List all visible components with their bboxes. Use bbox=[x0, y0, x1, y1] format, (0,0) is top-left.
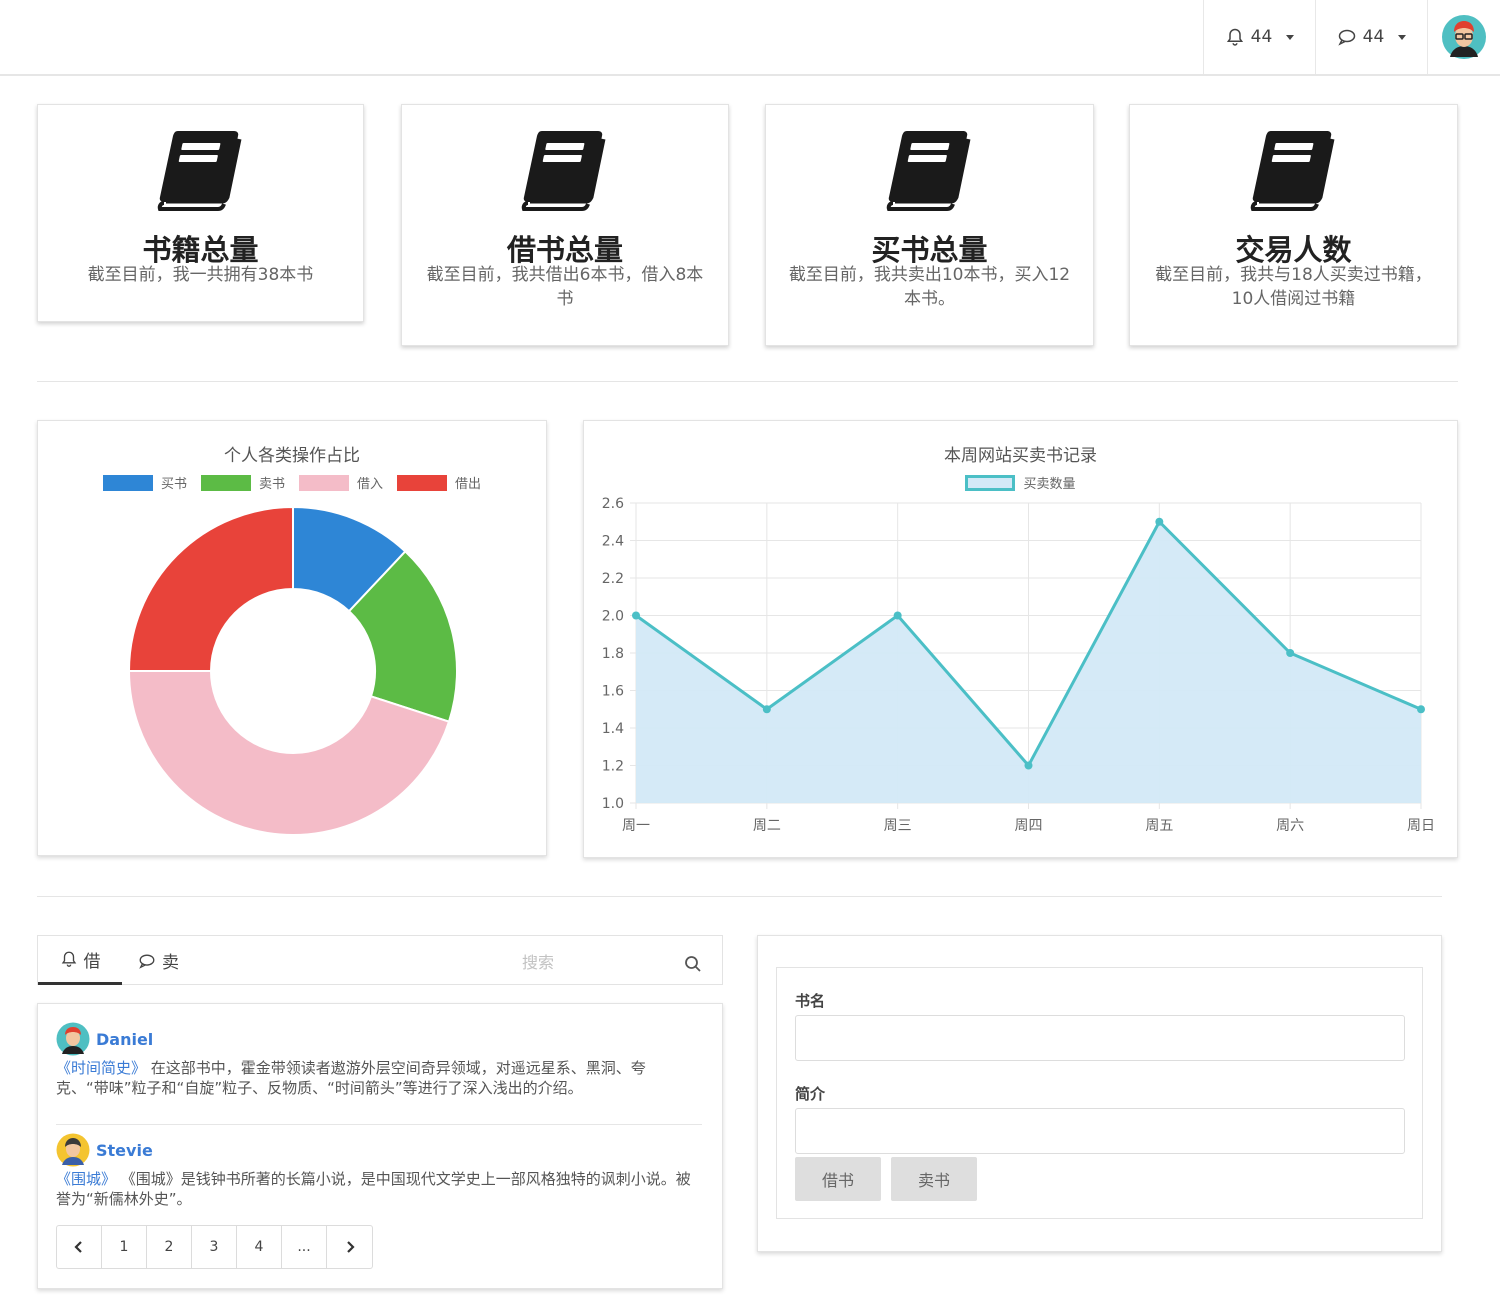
x-tick-label: 周五 bbox=[1145, 818, 1173, 834]
user-avatar[interactable] bbox=[1427, 0, 1500, 74]
data-point[interactable] bbox=[1286, 649, 1295, 657]
pie-slice[interactable] bbox=[127, 505, 294, 672]
stat-card: 书籍总量 截至目前，我一共拥有38本书 bbox=[37, 104, 364, 322]
stat-description: 截至目前，我共卖出10本书，买入12本书。 bbox=[788, 265, 1071, 309]
tab-borrow-label: 借 bbox=[83, 951, 101, 972]
list-item: Daniel 《时间简史》 在这部书中，霍金带领读者遨游外层空间奇异领域，对遥远… bbox=[56, 1022, 702, 1122]
book-title-input[interactable] bbox=[795, 1015, 1405, 1061]
chat-icon bbox=[139, 953, 155, 969]
y-tick-label: 1.6 bbox=[602, 684, 624, 700]
tab-sell[interactable]: 卖 bbox=[138, 936, 198, 985]
y-tick-label: 2.2 bbox=[602, 571, 624, 587]
pie-chart bbox=[127, 505, 458, 836]
user-name[interactable]: Daniel bbox=[96, 1030, 153, 1049]
y-tick-label: 2.6 bbox=[602, 496, 624, 512]
top-navbar: 44 44 bbox=[0, 0, 1500, 76]
x-tick-label: 周六 bbox=[1276, 818, 1304, 834]
list-item-text: 《时间简史》 在这部书中，霍金带领读者遨游外层空间奇异领域，对遥远星系、黑洞、夸… bbox=[56, 1058, 696, 1098]
data-point[interactable] bbox=[1417, 705, 1425, 714]
book-icon bbox=[886, 131, 970, 211]
book-icon bbox=[521, 131, 606, 211]
y-tick-label: 1.2 bbox=[602, 759, 624, 775]
list-item: Stevie 《围城》 《围城》是钱钟书所著的长篇小说，是中国现代文学史上一部风… bbox=[56, 1133, 702, 1213]
y-tick-label: 2.0 bbox=[602, 609, 624, 625]
x-tick-label: 周二 bbox=[753, 818, 781, 834]
book-link[interactable]: 《围城》 bbox=[56, 1170, 116, 1188]
search-icon[interactable] bbox=[683, 954, 703, 974]
chevron-down-icon bbox=[1286, 34, 1295, 40]
book-intro-label: 简介 bbox=[795, 1085, 826, 1103]
tabs-bar: 借 卖 bbox=[37, 935, 723, 985]
x-tick-label: 周四 bbox=[1015, 818, 1043, 834]
stat-description: 截至目前，我共与18人买卖过书籍，10人借阅过书籍 bbox=[1155, 265, 1432, 309]
data-point[interactable] bbox=[1024, 761, 1033, 770]
bell-icon bbox=[61, 951, 76, 967]
messages-count: 44 bbox=[1362, 27, 1385, 47]
divider bbox=[37, 896, 1442, 897]
page-button[interactable]: 1 bbox=[102, 1226, 147, 1268]
next-page-button[interactable] bbox=[327, 1226, 372, 1268]
stat-card: 买书总量 截至目前，我共卖出10本书，买入12本书。 bbox=[765, 104, 1094, 346]
divider bbox=[56, 1124, 702, 1125]
chevron-right-icon bbox=[346, 1241, 355, 1253]
page-button[interactable]: 4 bbox=[237, 1226, 282, 1268]
avatar bbox=[56, 1022, 90, 1056]
chevron-down-icon bbox=[1398, 34, 1407, 40]
avatar bbox=[1442, 15, 1486, 59]
stat-description: 截至目前，我一共拥有38本书 bbox=[87, 265, 314, 285]
page-button[interactable]: 3 bbox=[192, 1226, 237, 1268]
sell-button[interactable]: 卖书 bbox=[891, 1157, 977, 1201]
y-tick-label: 2.4 bbox=[602, 534, 624, 550]
borrow-button[interactable]: 借书 bbox=[795, 1157, 881, 1201]
list-item-text: 《围城》 《围城》是钱钟书所著的长篇小说，是中国现代文学史上一部风格独特的讽刺小… bbox=[56, 1169, 696, 1209]
avatar bbox=[56, 1133, 90, 1167]
x-tick-label: 周一 bbox=[622, 818, 650, 834]
bell-icon bbox=[1226, 28, 1243, 46]
stat-card: 交易人数 截至目前，我共与18人买卖过书籍，10人借阅过书籍 bbox=[1129, 104, 1458, 346]
data-point[interactable] bbox=[893, 611, 902, 620]
divider bbox=[37, 381, 1458, 382]
y-tick-label: 1.8 bbox=[602, 646, 624, 662]
book-icon bbox=[157, 131, 241, 211]
stat-card: 借书总量 截至目前，我共借出6本书，借入8本书 bbox=[401, 104, 729, 346]
line-chart: 2.6 2.4 2.2 2.0 1.8 1.6 1.4 1.2 1.0 周一 周二 周三 周四 周五 周六 周… bbox=[602, 496, 1435, 834]
book-intro-input[interactable] bbox=[795, 1108, 1405, 1154]
x-tick-label: 周日 bbox=[1407, 818, 1435, 834]
messages-dropdown[interactable]: 44 bbox=[1315, 0, 1427, 74]
y-tick-label: 1.4 bbox=[602, 721, 624, 737]
page-ellipsis: ... bbox=[282, 1226, 327, 1268]
y-tick-label: 1.0 bbox=[602, 796, 624, 812]
pie-chart-panel: 个人各类操作占比 买书 卖书 借入 借出 bbox=[37, 420, 547, 856]
book-title-label: 书名 bbox=[795, 992, 826, 1010]
search-input[interactable] bbox=[418, 948, 658, 976]
book-form-panel: 书名 简介 借书 卖书 bbox=[757, 935, 1442, 1252]
book-icon bbox=[1250, 131, 1334, 211]
data-point[interactable] bbox=[1155, 517, 1164, 526]
data-point[interactable] bbox=[762, 705, 771, 714]
user-name[interactable]: Stevie bbox=[96, 1141, 153, 1160]
chevron-left-icon bbox=[74, 1241, 82, 1253]
book-link[interactable]: 《时间简史》 bbox=[56, 1059, 146, 1077]
tab-borrow[interactable]: 借 bbox=[38, 936, 122, 985]
book-description: 《围城》是钱钟书所著的长篇小说，是中国现代文学史上一部风格独特的讽刺小说。被誉为… bbox=[56, 1170, 691, 1208]
prev-page-button[interactable] bbox=[57, 1226, 102, 1268]
data-point[interactable] bbox=[632, 611, 640, 620]
line-chart-panel: 本周网站买卖书记录 买卖数量 2.6 2.4 2.2 2.0 1.8 1.6 1.4 1.2 1… bbox=[583, 420, 1458, 858]
chat-icon bbox=[1337, 29, 1355, 46]
stat-description: 截至目前，我共借出6本书，借入8本书 bbox=[426, 265, 704, 309]
book-form: 书名 简介 借书 卖书 bbox=[776, 967, 1423, 1219]
notifications-count: 44 bbox=[1250, 27, 1273, 47]
notifications-dropdown[interactable]: 44 bbox=[1203, 0, 1315, 74]
x-tick-label: 周三 bbox=[884, 818, 912, 834]
tab-sell-label: 卖 bbox=[162, 953, 179, 973]
page-button[interactable]: 2 bbox=[147, 1226, 192, 1268]
pagination: 1 2 3 4 ... bbox=[56, 1225, 373, 1269]
